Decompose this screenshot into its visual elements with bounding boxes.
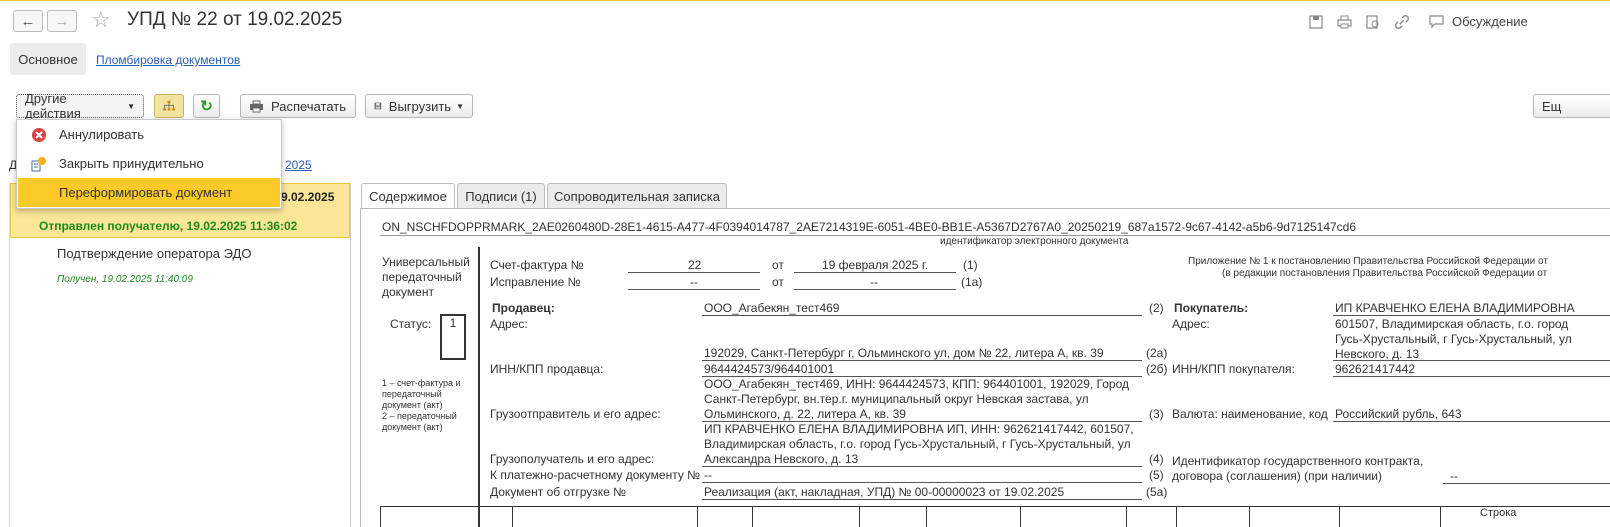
link-icon[interactable]	[1393, 13, 1411, 31]
event-title[interactable]: Подтверждение оператора ЭДО	[57, 246, 251, 261]
refresh-icon: ↻	[200, 98, 213, 115]
preview-icon[interactable]	[1364, 13, 1382, 31]
tab-main[interactable]: Основное	[10, 43, 86, 75]
seller-name: ООО_Агабекян_тест469	[704, 301, 840, 315]
tab-signatures[interactable]: Подписи (1)	[457, 183, 545, 209]
currency-label: Валюта: наименование, код	[1172, 407, 1328, 421]
print-button[interactable]: Распечатать	[240, 94, 356, 118]
page-title: УПД № 22 от 19.02.2025	[127, 9, 343, 30]
seller-inn: 9644424573/964401001	[704, 362, 835, 376]
tab-sealing[interactable]: Пломбировка документов	[96, 53, 240, 67]
status-value: 1	[440, 314, 466, 360]
buyer-name: ИП КРАВЧЕНКО ЕЛЕНА ВЛАДИМИРОВНА	[1335, 301, 1575, 315]
print-label: Распечатать	[271, 98, 347, 114]
payment-label: К платежно-расчетному документу №	[490, 468, 701, 482]
consignee: ИП КРАВЧЕНКО ЕЛЕНА ВЛАДИМИРОВНА ИП, ИНН:…	[704, 422, 1134, 466]
shipment-label: Документ об отгрузке №	[490, 485, 627, 499]
structure-icon	[163, 100, 175, 111]
currency-value: Российский рубль, 643	[1335, 407, 1462, 421]
save-icon[interactable]	[1307, 13, 1325, 31]
chevron-down-icon: ▼	[127, 101, 135, 111]
more-actions-button[interactable]: Другие действия ▼	[16, 91, 144, 121]
menu-item-cancel[interactable]: Аннулировать	[17, 120, 281, 149]
shipment-value: Реализация (акт, накладная, УПД) № 00-00…	[704, 485, 1065, 499]
buyer-address: 601507, Владимирская область, г.о. город…	[1335, 317, 1572, 361]
event-title-partial: 9.02.2025	[281, 190, 335, 204]
more-label: Ещ	[1542, 98, 1562, 114]
force-close-icon	[31, 156, 47, 172]
payment-value: --	[704, 468, 712, 482]
contract-value: --	[1450, 469, 1458, 483]
correction-date: --	[870, 275, 878, 289]
top-accent-line	[0, 0, 1610, 1]
shipper: ООО_Агабекян_тест469, ИНН: 9644424573, К…	[704, 377, 1129, 421]
status-note: 1 – счет-фактура и передаточный документ (…	[382, 378, 461, 432]
more-actions-menu: Аннулировать Закрыть принудительно Переф…	[16, 119, 282, 209]
seller-label: Продавец:	[492, 301, 555, 315]
forward-button[interactable]: →	[47, 10, 77, 32]
buyer-address-label: Адрес:	[1172, 317, 1210, 331]
menu-item-regenerate[interactable]: Переформировать документ	[18, 178, 280, 207]
file-id: ON_NSCHFDOPPRMARK_2AE0260480D-28E1-4615-…	[382, 220, 1357, 234]
seller-address: 192029, Санкт-Петербург г, Ольминского у…	[704, 346, 1104, 360]
contract-label: Идентификатор государственного контракта…	[1172, 454, 1424, 483]
correction-label: Исправление №	[490, 275, 581, 289]
more-button[interactable]: Ещ	[1533, 94, 1610, 118]
doc-type: Универсальный передаточный документ	[382, 255, 470, 299]
discussion-icon[interactable]	[1427, 13, 1445, 31]
buyer-inn-label: ИНН/КПП покупателя:	[1172, 362, 1295, 376]
table-header-partial: Строка	[1480, 507, 1517, 519]
appendix-note-2: (в редакции постановления Правительства …	[1222, 268, 1548, 279]
chevron-down-icon: ▼	[456, 101, 464, 111]
shipper-label: Грузоотправитель и его адрес:	[490, 407, 661, 421]
consignee-label: Грузополучатель и его адрес:	[490, 452, 655, 466]
event-status: Получен, 19.02.2025 11:40:09	[57, 274, 193, 285]
menu-item-force-close[interactable]: Закрыть принудительно	[17, 149, 281, 178]
more-actions-label: Другие действия	[25, 91, 81, 121]
status-label: Статус:	[390, 317, 432, 331]
correction-number: --	[690, 275, 698, 289]
invoice-label: Счет-фактура №	[490, 258, 584, 272]
arrow-right-icon: →	[54, 12, 70, 30]
printer-icon[interactable]	[1335, 13, 1353, 31]
tab-cover-note[interactable]: Сопроводительная записка	[547, 183, 727, 209]
favorite-star-icon[interactable]: ☆	[91, 7, 111, 33]
tab-content[interactable]: Содержимое	[361, 183, 455, 209]
refresh-button[interactable]: ↻	[193, 94, 220, 118]
seller-address-label: Адрес:	[490, 317, 528, 331]
discussion-link[interactable]: Обсуждение	[1452, 14, 1528, 29]
printer-icon	[250, 100, 263, 112]
export-button[interactable]: Выгрузить ▼	[365, 94, 473, 118]
buyer-label: Покупатель:	[1174, 301, 1249, 315]
cancel-icon	[31, 127, 47, 143]
buyer-inn: 962621417442	[1335, 362, 1416, 376]
floppy-icon	[374, 102, 382, 110]
partial-link[interactable]: 2025	[285, 158, 312, 172]
appendix-note: Приложение № 1 к постановлению Правитель…	[1188, 256, 1548, 267]
event-status: Отправлен получателю, 19.02.2025 11:36:0…	[39, 219, 298, 233]
invoice-number: 22	[688, 258, 702, 272]
invoice-date: 19 февраля 2025 г.	[822, 258, 929, 272]
back-button[interactable]: ←	[13, 10, 43, 32]
hierarchy-button[interactable]	[154, 94, 184, 118]
arrow-left-icon: ←	[20, 12, 36, 30]
seller-inn-label: ИНН/КПП продавца:	[490, 362, 604, 376]
export-label: Выгрузить	[388, 98, 452, 114]
file-id-caption: идентификатор электронного документа	[940, 236, 1129, 247]
